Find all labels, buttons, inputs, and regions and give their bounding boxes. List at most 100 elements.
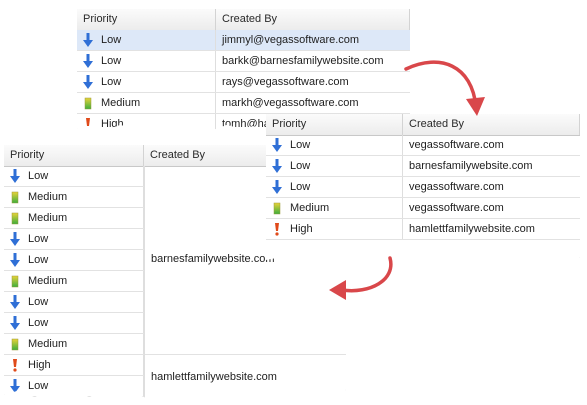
priority-label: High [101, 118, 124, 130]
table-row[interactable]: Low rays@vegassoftware.com [77, 72, 410, 93]
priority-label: Medium [101, 97, 141, 109]
created-by-cell: vegassoftware.com [409, 139, 504, 151]
table-row[interactable]: Low vegassoftware.com [266, 135, 580, 156]
table-row[interactable]: Low [4, 229, 144, 250]
priority-label: Medium [28, 275, 68, 287]
created-by-cell: markh@vegassoftware.com [222, 97, 359, 109]
table-row[interactable]: Low [4, 313, 144, 334]
priority-label: Low [28, 233, 49, 245]
table-row[interactable]: Medium [4, 208, 144, 229]
table-row[interactable]: Medium markh@vegassoftware.com [77, 93, 410, 114]
priority-label: Low [290, 160, 311, 172]
created-by-cell: jimmyl@vegassoftware.com [222, 34, 360, 46]
priority-label: Low [290, 139, 311, 151]
grid-panel-1: Priority Created By Low jimmyl@vegassoftw… [77, 9, 410, 130]
priority-label: Low [28, 296, 49, 308]
table-row[interactable]: Medium [4, 334, 144, 355]
created-by-cell: barnesfamilywebsite.com [409, 160, 533, 172]
table-row[interactable]: Low jimmyl@vegassoftware.com [77, 30, 410, 51]
medium-bar-icon [273, 202, 281, 215]
priority-label: Low [101, 55, 122, 67]
priority-cell: Low [4, 292, 144, 312]
arrow-down-icon [10, 379, 20, 393]
priority-label: Medium [290, 202, 330, 214]
table-row[interactable]: High [4, 355, 144, 376]
arrow-down-icon [272, 180, 282, 194]
priority-label: High [28, 359, 51, 371]
arrow-down-icon [272, 138, 282, 152]
arrow-down-icon [10, 232, 20, 246]
table-row[interactable]: Low [4, 292, 144, 313]
table-row[interactable]: High hamlettfamilywebsite.com [266, 219, 580, 240]
medium-bar-icon [11, 212, 19, 225]
merged-cell-text: barnesfamilywebsite.com [151, 253, 275, 265]
priority-cell: Medium [77, 93, 216, 113]
priority-cell: Low [77, 72, 216, 92]
priority-label: Low [28, 317, 49, 329]
transition-arrow-1 [404, 60, 485, 116]
priority-label: Low [290, 181, 311, 193]
medium-bar-icon [11, 191, 19, 204]
priority-label: Low [28, 170, 49, 182]
priority-cell: High [266, 219, 403, 239]
arrow-down-icon [272, 159, 282, 173]
priority-cell: Low [4, 229, 144, 249]
priority-cell: Low [266, 156, 403, 176]
table-row[interactable]: Low [4, 250, 144, 271]
arrow-down-icon [10, 253, 20, 267]
exclamation-icon [86, 118, 90, 130]
priority-cell: Medium [4, 271, 144, 291]
priority-cell: Low [77, 51, 216, 71]
priority-column-header[interactable]: Priority [77, 9, 216, 30]
table-row[interactable]: Low [4, 166, 144, 187]
table-row[interactable]: Medium vegassoftware.com [266, 198, 580, 219]
priority-label: Low [28, 380, 49, 392]
created-by-cell: rays@vegassoftware.com [222, 76, 349, 88]
created-by-cell: vegassoftware.com [409, 202, 504, 214]
table-row[interactable]: Low [4, 376, 144, 397]
table-row[interactable]: Medium [4, 271, 144, 292]
medium-bar-icon [11, 275, 19, 288]
arrow-down-icon [10, 169, 20, 183]
priority-column-header[interactable]: Priority [4, 145, 144, 166]
priority-cell: Low [266, 135, 403, 155]
priority-cell: Low [4, 166, 144, 186]
priority-label: Medium [28, 338, 68, 350]
grid-1-header: Priority Created By [77, 9, 410, 31]
priority-cell: Low [4, 250, 144, 270]
priority-label: Low [28, 254, 49, 266]
arrow-down-icon [83, 54, 93, 68]
table-row[interactable]: Low barnesfamilywebsite.com [266, 156, 580, 177]
created-by-cell: hamlettfamilywebsite.com [409, 223, 535, 235]
table-row[interactable]: Medium [4, 187, 144, 208]
exclamation-icon [275, 223, 279, 236]
medium-bar-icon [11, 338, 19, 351]
created-by-column-header[interactable]: Created By [216, 9, 410, 30]
priority-label: Medium [28, 191, 68, 203]
priority-label: Low [101, 34, 122, 46]
exclamation-icon [13, 359, 17, 372]
priority-cell: High [77, 114, 216, 130]
created-by-cell: vegassoftware.com [409, 181, 504, 193]
grid-panel-2: Priority Created By Low vegassoftware.com… [266, 114, 580, 262]
table-row[interactable]: Low vegassoftware.com [266, 177, 580, 198]
priority-cell: Low [4, 376, 144, 396]
priority-cell: Medium [4, 334, 144, 354]
arrow-down-icon [83, 33, 93, 47]
priority-cell: Medium [4, 208, 144, 228]
priority-cell: Low [77, 30, 216, 50]
priority-label: Medium [28, 212, 68, 224]
priority-column-header[interactable]: Priority [266, 114, 403, 135]
transition-arrow-2 [329, 256, 393, 300]
table-row[interactable]: Low barkk@barnesfamilywebsite.com [77, 51, 410, 72]
priority-cell: Medium [266, 198, 403, 218]
merged-cell-hamlett[interactable]: hamlettfamilywebsite.com [145, 355, 346, 397]
created-by-cell: barkk@barnesfamilywebsite.com [222, 55, 384, 67]
arrow-down-icon [10, 295, 20, 309]
arrow-down-icon [83, 75, 93, 89]
priority-label: High [290, 223, 313, 235]
priority-cell: Low [266, 177, 403, 197]
arrow-down-icon [10, 316, 20, 330]
priority-cell: Medium [4, 187, 144, 207]
priority-cell: Low [4, 313, 144, 333]
